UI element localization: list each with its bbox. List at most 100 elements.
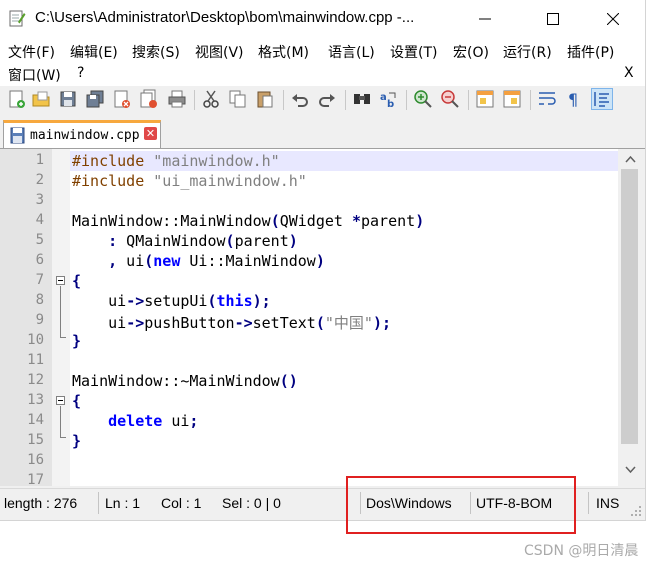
code-token: ui	[72, 292, 127, 310]
code-token: MainWindow::~MainWindow	[72, 372, 280, 390]
menu-format[interactable]: 格式(M)	[258, 42, 309, 62]
close-file-icon[interactable]	[112, 89, 132, 109]
code-token: MainWindow::MainWindow	[72, 212, 271, 230]
code-editor[interactable]: 1 2 3 4 5 6 7 8 9 10 11 12 13 14 15 16 1…	[0, 149, 645, 488]
menu-settings[interactable]: 设置(T)	[390, 42, 437, 62]
find-icon[interactable]	[352, 89, 372, 109]
line-number: 3	[35, 192, 44, 208]
undo-icon[interactable]	[290, 89, 310, 109]
menu-run[interactable]: 运行(R)	[503, 42, 552, 62]
maximize-icon	[547, 13, 559, 25]
word-wrap-icon[interactable]	[537, 89, 557, 109]
close-window-button[interactable]	[590, 0, 636, 38]
code-token: parent	[234, 232, 289, 250]
code-line[interactable]: ui->pushButton->setText("中国");	[72, 312, 391, 333]
save-all-icon[interactable]	[85, 89, 105, 109]
code-token: )	[288, 232, 298, 250]
menu-macro[interactable]: 宏(O)	[453, 42, 489, 62]
code-token: (	[270, 212, 280, 230]
annotation-highlight-box	[346, 476, 576, 534]
menu-plugins[interactable]: 插件(P)	[567, 42, 614, 62]
window-title: C:\Users\Administrator\Desktop\bom\mainw…	[35, 9, 415, 26]
print-icon[interactable]	[167, 89, 187, 109]
status-separator	[98, 492, 99, 514]
code-line[interactable]: , ui(new Ui::MainWindow)	[72, 252, 325, 270]
save-icon[interactable]	[58, 89, 78, 109]
code-line[interactable]: }	[72, 332, 81, 350]
code-token: QMainWindow	[117, 232, 226, 250]
code-token: ->	[126, 314, 145, 332]
fold-margin	[52, 149, 70, 486]
zoom-out-icon[interactable]	[440, 89, 460, 109]
code-token: "mainwindow.h"	[153, 152, 280, 170]
sync-vertical-icon[interactable]	[475, 89, 495, 109]
code-token: delete	[108, 412, 163, 430]
maximize-button[interactable]	[530, 0, 576, 38]
copy-icon[interactable]	[228, 89, 248, 109]
fold-collapse-icon[interactable]	[56, 276, 65, 285]
svg-text:a: a	[380, 92, 387, 103]
toolbar-separator	[406, 90, 407, 110]
line-number: 17	[27, 472, 44, 488]
redo-icon[interactable]	[317, 89, 337, 109]
replace-icon[interactable]: ab	[379, 89, 399, 109]
code-lines: #include "mainwindow.h" #include "ui_main…	[70, 149, 618, 486]
code-line[interactable]: ui->setupUi(this);	[72, 292, 271, 310]
tab-mainwindow-cpp[interactable]: mainwindow.cpp ✕	[3, 120, 161, 148]
code-line[interactable]: #include "ui_mainwindow.h"	[72, 172, 307, 190]
code-token: "ui_mainwindow.h"	[153, 172, 307, 190]
show-all-chars-icon[interactable]: ¶	[564, 89, 584, 109]
new-file-icon[interactable]	[7, 89, 27, 109]
fold-collapse-icon[interactable]	[56, 396, 65, 405]
close-all-icon[interactable]	[139, 89, 159, 109]
indent-guide-icon[interactable]	[591, 88, 613, 110]
cut-icon[interactable]	[201, 89, 221, 109]
scroll-up-icon[interactable]	[625, 155, 636, 163]
code-token: ->	[126, 292, 145, 310]
code-token: :	[108, 232, 118, 250]
fold-end	[60, 437, 66, 438]
status-insert-mode[interactable]: INS	[596, 495, 619, 511]
code-token: ;	[189, 412, 199, 430]
code-token: )	[415, 212, 425, 230]
toolbar-separator	[194, 90, 195, 110]
status-line: Ln : 1	[105, 495, 141, 511]
line-number: 8	[35, 292, 44, 308]
code-line[interactable]: delete ui;	[72, 412, 198, 430]
code-token: }	[72, 432, 82, 450]
scroll-down-icon[interactable]	[625, 466, 636, 474]
code-line[interactable]: MainWindow::MainWindow(QWidget *parent)	[72, 212, 424, 230]
code-token: }	[72, 332, 82, 350]
code-line[interactable]: {	[72, 392, 81, 410]
code-line[interactable]: }	[72, 432, 81, 450]
toolbar-separator	[345, 90, 346, 110]
minimize-button[interactable]	[462, 0, 508, 38]
menu-file[interactable]: 文件(F)	[8, 42, 55, 62]
notepad-app-icon	[9, 10, 26, 27]
code-token: #include	[72, 172, 154, 190]
code-line[interactable]: #include "mainwindow.h"	[72, 152, 280, 170]
menu-search[interactable]: 搜索(S)	[132, 42, 180, 62]
notepad-window: C:\Users\Administrator\Desktop\bom\mainw…	[0, 0, 646, 521]
zoom-in-icon[interactable]	[413, 89, 433, 109]
sync-horizontal-icon[interactable]	[502, 89, 522, 109]
paste-icon[interactable]	[255, 89, 275, 109]
close-document-button[interactable]: X	[624, 65, 634, 81]
code-line[interactable]: MainWindow::~MainWindow()	[72, 372, 298, 390]
menu-view[interactable]: 视图(V)	[195, 42, 244, 62]
code-token: *	[351, 212, 361, 230]
menu-edit[interactable]: 编辑(E)	[70, 42, 118, 62]
scrollbar-thumb[interactable]	[621, 169, 638, 444]
open-file-icon[interactable]	[31, 89, 51, 109]
tab-close-icon[interactable]: ✕	[144, 127, 157, 140]
menu-language[interactable]: 语言(L)	[328, 42, 375, 62]
code-token: pushButton	[144, 314, 235, 332]
code-line[interactable]: : QMainWindow(parent)	[72, 232, 298, 250]
menu-window[interactable]: 窗口(W)	[8, 65, 61, 85]
code-line[interactable]: {	[72, 272, 81, 290]
code-token: ->	[234, 314, 253, 332]
vertical-scrollbar[interactable]	[618, 149, 645, 486]
menu-help[interactable]: ?	[77, 65, 84, 81]
resize-grip-icon[interactable]	[630, 505, 642, 517]
